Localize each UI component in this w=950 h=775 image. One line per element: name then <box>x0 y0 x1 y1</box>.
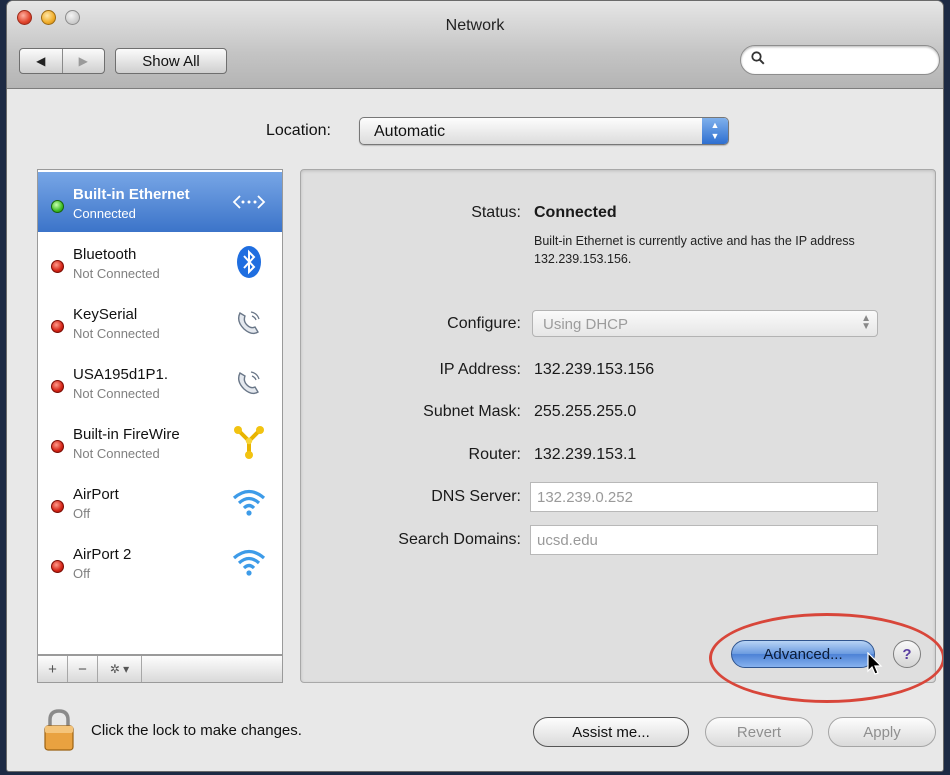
configure-select: Using DHCP ▲ ▼ <box>532 310 878 337</box>
configure-label: Configure: <box>447 315 521 332</box>
assist-me-button[interactable]: Assist me... <box>533 717 689 747</box>
service-status: Off <box>73 506 91 521</box>
service-name: USA195d1P1. <box>73 366 169 383</box>
revert-button[interactable]: Revert <box>705 717 813 747</box>
apply-button[interactable]: Apply <box>828 717 936 747</box>
service-name: KeySerial <box>73 306 138 323</box>
location-label: Location: <box>266 122 331 139</box>
service-list: Built-in Ethernet Connected Bluetooth No… <box>37 169 283 655</box>
search-input[interactable] <box>740 45 940 75</box>
location-value: Automatic <box>374 123 446 140</box>
service-item-usa195d1p1[interactable]: USA195d1P1. Not Connected <box>38 352 282 412</box>
modem-phone-icon <box>232 304 266 340</box>
show-all-button[interactable]: Show All <box>115 48 227 74</box>
search-domains-field: ucsd.edu <box>530 525 878 555</box>
service-status: Not Connected <box>73 266 160 281</box>
back-arrow-icon[interactable]: ◀ <box>20 49 62 73</box>
service-name: Built-in Ethernet <box>73 186 190 203</box>
subnet-mask-label: Subnet Mask: <box>423 403 521 420</box>
modem-phone-icon <box>232 364 266 400</box>
subnet-mask-value: 255.255.255.0 <box>534 403 637 420</box>
service-list-controls: + − ✲ ▾ <box>37 655 283 683</box>
add-service-button[interactable]: + <box>38 656 68 682</box>
status-value: Connected <box>534 204 617 221</box>
status-dot-not-connected <box>51 320 64 333</box>
status-dot-not-connected <box>51 380 64 393</box>
bluetooth-icon <box>232 244 266 280</box>
dns-server-value: 132.239.0.252 <box>537 489 633 506</box>
ip-address-label: IP Address: <box>439 361 521 378</box>
title-bar: Network ◀ ▶ Show All <box>7 1 943 89</box>
back-forward-control: ◀ ▶ <box>19 48 105 74</box>
status-description: Built-in Ethernet is currently active an… <box>534 234 855 266</box>
service-item-airport[interactable]: AirPort Off <box>38 472 282 532</box>
updown-arrows-icon: ▲ ▼ <box>861 313 871 332</box>
status-dot-not-connected <box>51 260 64 273</box>
service-status: Not Connected <box>73 386 160 401</box>
service-status: Not Connected <box>73 326 160 341</box>
search-domains-value: ucsd.edu <box>537 532 598 549</box>
location-select[interactable]: Automatic ▲ ▼ <box>359 117 729 145</box>
status-dot-off <box>51 500 64 513</box>
search-domains-label: Search Domains: <box>398 531 521 548</box>
gear-icon[interactable]: ✲ ▾ <box>98 656 142 682</box>
router-label: Router: <box>468 446 521 463</box>
remove-service-button[interactable]: − <box>68 656 98 682</box>
forward-arrow-icon[interactable]: ▶ <box>61 49 105 73</box>
search-icon <box>751 51 765 69</box>
status-label: Status: <box>471 204 521 221</box>
router-value: 132.239.153.1 <box>534 446 637 463</box>
service-detail-panel: Status: Connected Built-in Ethernet is c… <box>300 169 936 683</box>
status-dot-off <box>51 560 64 573</box>
dns-server-field: 132.239.0.252 <box>530 482 878 512</box>
lock-message: Click the lock to make changes. <box>91 722 302 739</box>
service-name: Bluetooth <box>73 246 137 263</box>
service-name: Built-in FireWire <box>73 426 180 443</box>
service-status: Connected <box>73 206 136 221</box>
wifi-icon <box>232 544 266 580</box>
wifi-icon <box>232 484 266 520</box>
lock-icon[interactable] <box>43 709 75 755</box>
network-preferences-window: Network ◀ ▶ Show All Location: Automatic… <box>6 0 944 772</box>
status-dot-not-connected <box>51 440 64 453</box>
updown-arrows-icon: ▲ ▼ <box>702 118 728 144</box>
service-item-keyserial[interactable]: KeySerial Not Connected <box>38 292 282 352</box>
ip-address-value: 132.239.153.156 <box>534 361 655 378</box>
mouse-pointer-icon <box>867 651 883 680</box>
service-item-bluetooth[interactable]: Bluetooth Not Connected <box>38 232 282 292</box>
service-name: AirPort 2 <box>73 546 132 563</box>
service-item-airport-2[interactable]: AirPort 2 Off <box>38 532 282 592</box>
firewire-icon <box>232 424 266 460</box>
configure-value: Using DHCP <box>543 316 629 333</box>
service-item-built-in-firewire[interactable]: Built-in FireWire Not Connected <box>38 412 282 472</box>
highlight-annotation <box>709 613 943 703</box>
service-status: Not Connected <box>73 446 160 461</box>
status-dot-connected <box>51 200 64 213</box>
ethernet-icon <box>232 184 266 220</box>
service-name: AirPort <box>73 486 119 503</box>
dns-server-label: DNS Server: <box>431 488 521 505</box>
window-title: Network <box>445 17 505 34</box>
service-item-built-in-ethernet[interactable]: Built-in Ethernet Connected <box>38 172 282 232</box>
service-status: Off <box>73 566 91 581</box>
